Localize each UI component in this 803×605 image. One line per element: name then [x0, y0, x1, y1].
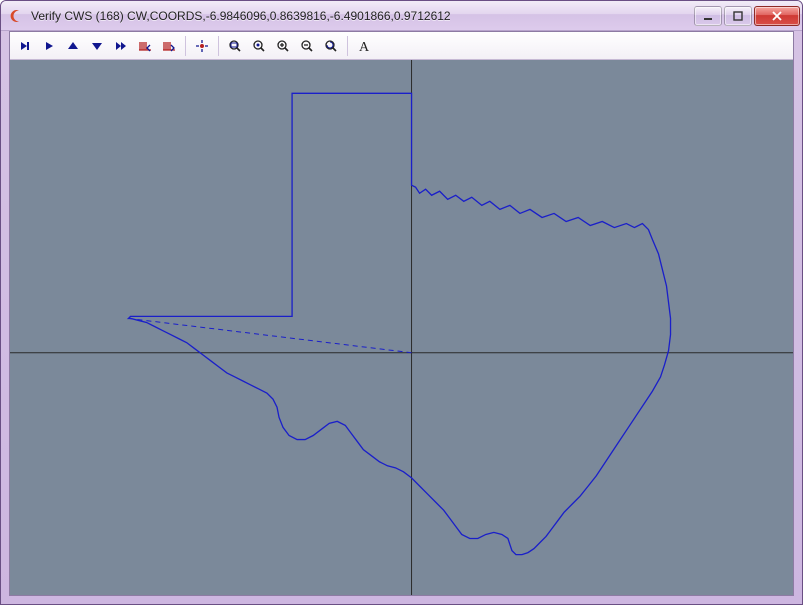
- separator: [347, 36, 348, 56]
- zoom-reset-icon[interactable]: [320, 35, 342, 57]
- triangle-up-icon[interactable]: [62, 35, 84, 57]
- play-icon[interactable]: [38, 35, 60, 57]
- canvas-svg: [10, 60, 793, 595]
- dashed-segment: [128, 318, 411, 352]
- zoom-in-icon[interactable]: [272, 35, 294, 57]
- center-target-icon[interactable]: [191, 35, 213, 57]
- triangle-down-icon[interactable]: [86, 35, 108, 57]
- drawing-canvas[interactable]: [10, 60, 793, 595]
- text-tool-icon[interactable]: A: [353, 35, 375, 57]
- client-area: A: [9, 31, 794, 596]
- window-controls: [694, 6, 800, 26]
- step-end-icon[interactable]: [14, 35, 36, 57]
- comb-left-icon[interactable]: [134, 35, 156, 57]
- app-window: Verify CWS (168) CW,COORDS,-6.9846096,0.…: [0, 0, 803, 605]
- minimize-button[interactable]: [694, 6, 722, 26]
- crescent-icon: [9, 8, 25, 24]
- zoom-fit-icon[interactable]: [224, 35, 246, 57]
- fast-forward-icon[interactable]: [110, 35, 132, 57]
- comb-right-icon[interactable]: [158, 35, 180, 57]
- svg-text:A: A: [359, 40, 370, 53]
- window-title: Verify CWS (168) CW,COORDS,-6.9846096,0.…: [31, 9, 694, 23]
- titlebar: Verify CWS (168) CW,COORDS,-6.9846096,0.…: [1, 1, 802, 31]
- separator: [218, 36, 219, 56]
- maximize-button[interactable]: [724, 6, 752, 26]
- toolbar: A: [10, 32, 793, 60]
- zoom-all-icon[interactable]: [248, 35, 270, 57]
- zoom-out-icon[interactable]: [296, 35, 318, 57]
- separator: [185, 36, 186, 56]
- outline-path: [128, 93, 670, 554]
- close-button[interactable]: [754, 6, 800, 26]
